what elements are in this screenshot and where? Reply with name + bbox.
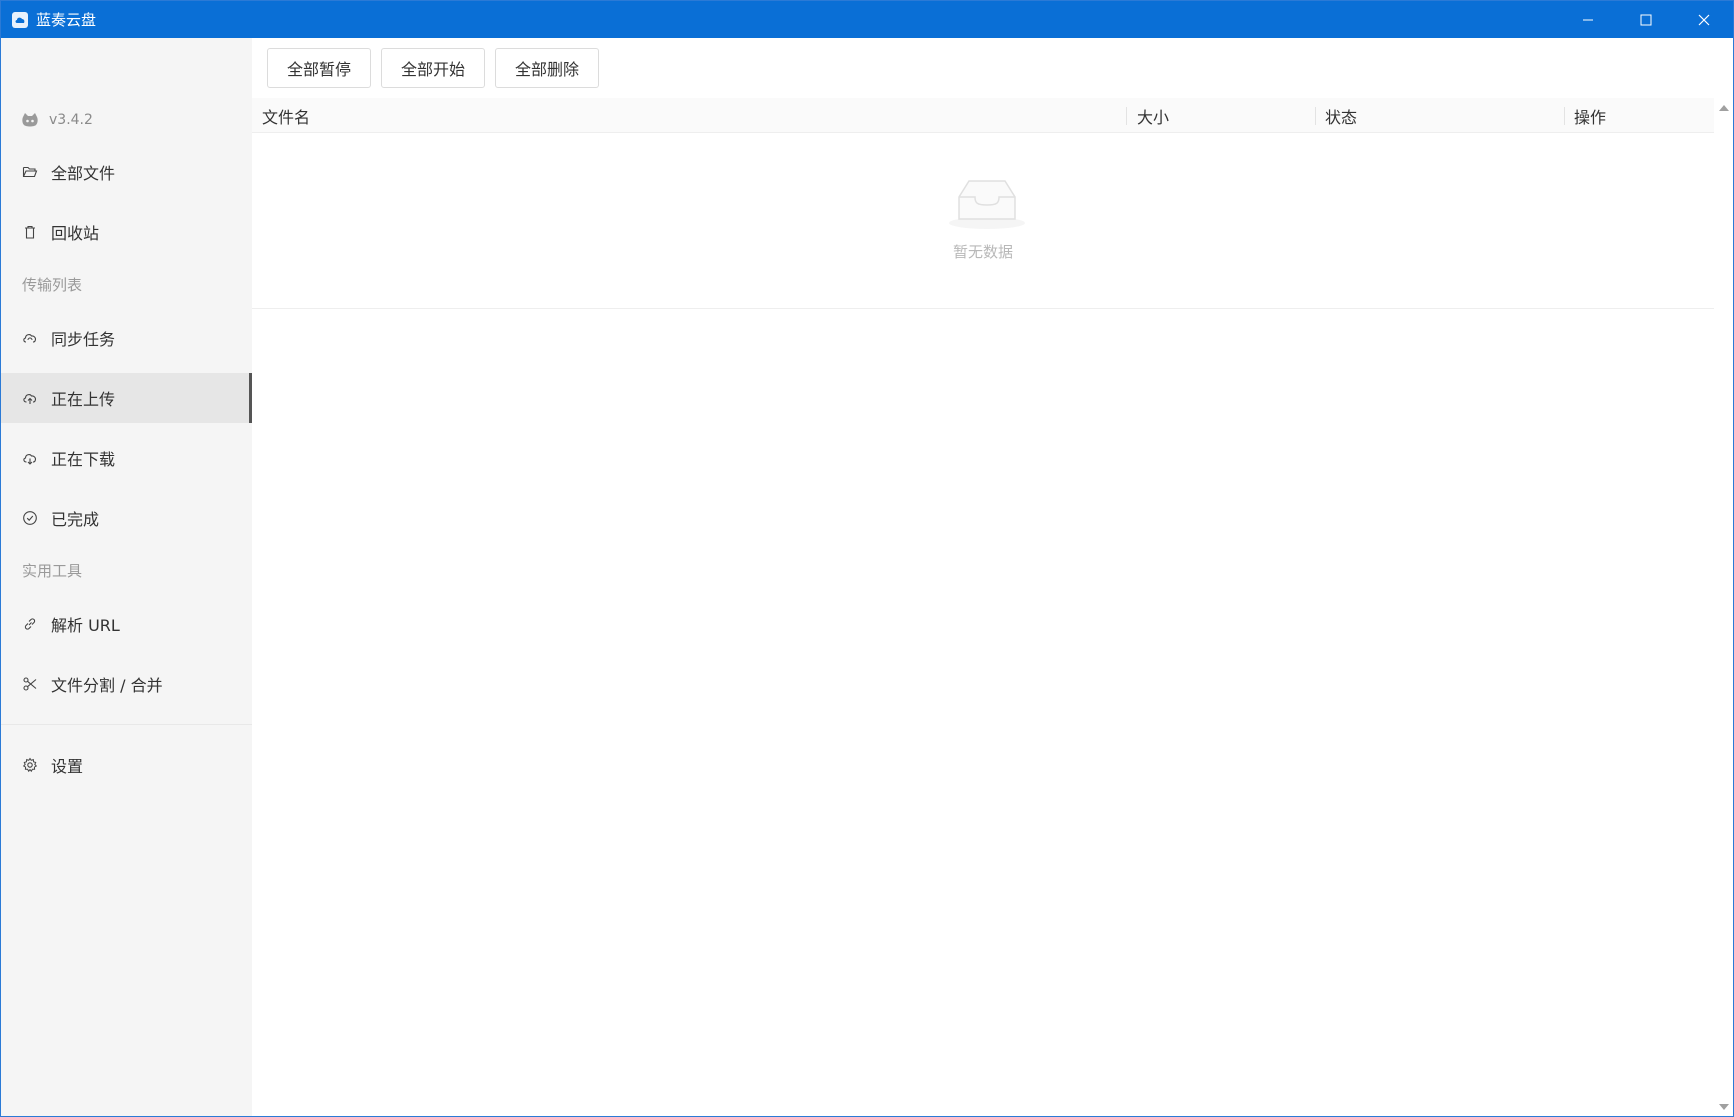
sidebar-item-completed[interactable]: 已完成 (1, 493, 252, 543)
vertical-scrollbar[interactable] (1714, 98, 1733, 1116)
sidebar-item-label: 正在下载 (51, 450, 116, 469)
table-header: 文件名 大小 状态 操作 (252, 98, 1714, 133)
sidebar: v3.4.2 全部文件 回收站 传输列表 同步任务 正在上传 正在下载 已完成 … (1, 38, 252, 1116)
sidebar-item-uploading[interactable]: 正在上传 (1, 373, 252, 423)
check-circle-icon (22, 510, 38, 526)
group-label-transfer: 传输列表 (22, 276, 83, 294)
column-header-filename[interactable]: 文件名 (262, 98, 310, 133)
sidebar-item-all-files[interactable]: 全部文件 (1, 147, 252, 197)
column-resizer[interactable] (1315, 107, 1316, 125)
sidebar-divider (1, 724, 252, 725)
sidebar-item-label: 解析 URL (51, 616, 120, 635)
sidebar-item-recycle-bin[interactable]: 回收站 (1, 207, 252, 257)
toolbar: 全部暂停 全部开始 全部删除 (267, 48, 600, 88)
cloud-upload-icon (22, 390, 38, 406)
sidebar-item-label: 已完成 (51, 510, 100, 529)
empty-state: 暂无数据 (252, 133, 1714, 309)
folder-open-icon (22, 164, 38, 180)
sidebar-item-label: 全部文件 (51, 164, 116, 183)
group-label-tools: 实用工具 (22, 562, 83, 580)
main-panel: 全部暂停 全部开始 全部删除 文件名 大小 状态 操作 暂无数据 (252, 38, 1733, 1116)
minimize-button[interactable] (1559, 1, 1617, 38)
app-window: 蓝奏云盘 v3.4.2 全部文件 回收站 传输列表 同步任务 正在上传 正在下载… (0, 0, 1734, 1117)
scroll-down-arrow-icon[interactable] (1718, 1102, 1729, 1112)
sidebar-item-label: 设置 (51, 757, 84, 776)
column-header-status[interactable]: 状态 (1325, 98, 1357, 133)
sidebar-item-label: 正在上传 (51, 390, 116, 409)
title-bar: 蓝奏云盘 (1, 1, 1733, 38)
column-resizer[interactable] (1126, 107, 1127, 125)
scroll-up-arrow-icon[interactable] (1718, 102, 1729, 112)
delete-all-button[interactable]: 全部删除 (495, 48, 600, 88)
start-all-button[interactable]: 全部开始 (381, 48, 486, 88)
github-cat-icon (22, 113, 38, 127)
sidebar-item-split-merge[interactable]: 文件分割 / 合并 (1, 659, 252, 709)
sidebar-item-label: 文件分割 / 合并 (51, 676, 163, 695)
empty-text: 暂无数据 (952, 243, 1013, 261)
sidebar-item-downloading[interactable]: 正在下载 (1, 433, 252, 483)
sidebar-item-label: 回收站 (51, 224, 100, 243)
window-title: 蓝奏云盘 (36, 11, 97, 29)
transfer-table: 文件名 大小 状态 操作 暂无数据 (252, 98, 1714, 309)
close-button[interactable] (1675, 1, 1733, 38)
cloud-download-icon (22, 450, 38, 466)
version-link[interactable]: v3.4.2 (21, 110, 93, 130)
version-label: v3.4.2 (49, 112, 93, 128)
sidebar-item-settings[interactable]: 设置 (1, 740, 252, 790)
maximize-button[interactable] (1617, 1, 1675, 38)
column-header-actions[interactable]: 操作 (1574, 98, 1606, 133)
column-resizer[interactable] (1564, 107, 1565, 125)
pause-all-button[interactable]: 全部暂停 (267, 48, 372, 88)
link-icon (22, 616, 38, 632)
cloud-sync-icon (22, 330, 38, 346)
sidebar-item-label: 同步任务 (51, 330, 116, 349)
column-header-size[interactable]: 大小 (1137, 98, 1169, 133)
empty-inbox-icon (949, 180, 1025, 229)
app-logo-icon (12, 11, 28, 28)
trash-icon (22, 224, 38, 240)
gear-icon (22, 757, 38, 773)
sidebar-item-sync-tasks[interactable]: 同步任务 (1, 313, 252, 363)
scissors-icon (22, 676, 38, 692)
sidebar-item-parse-url[interactable]: 解析 URL (1, 599, 252, 649)
